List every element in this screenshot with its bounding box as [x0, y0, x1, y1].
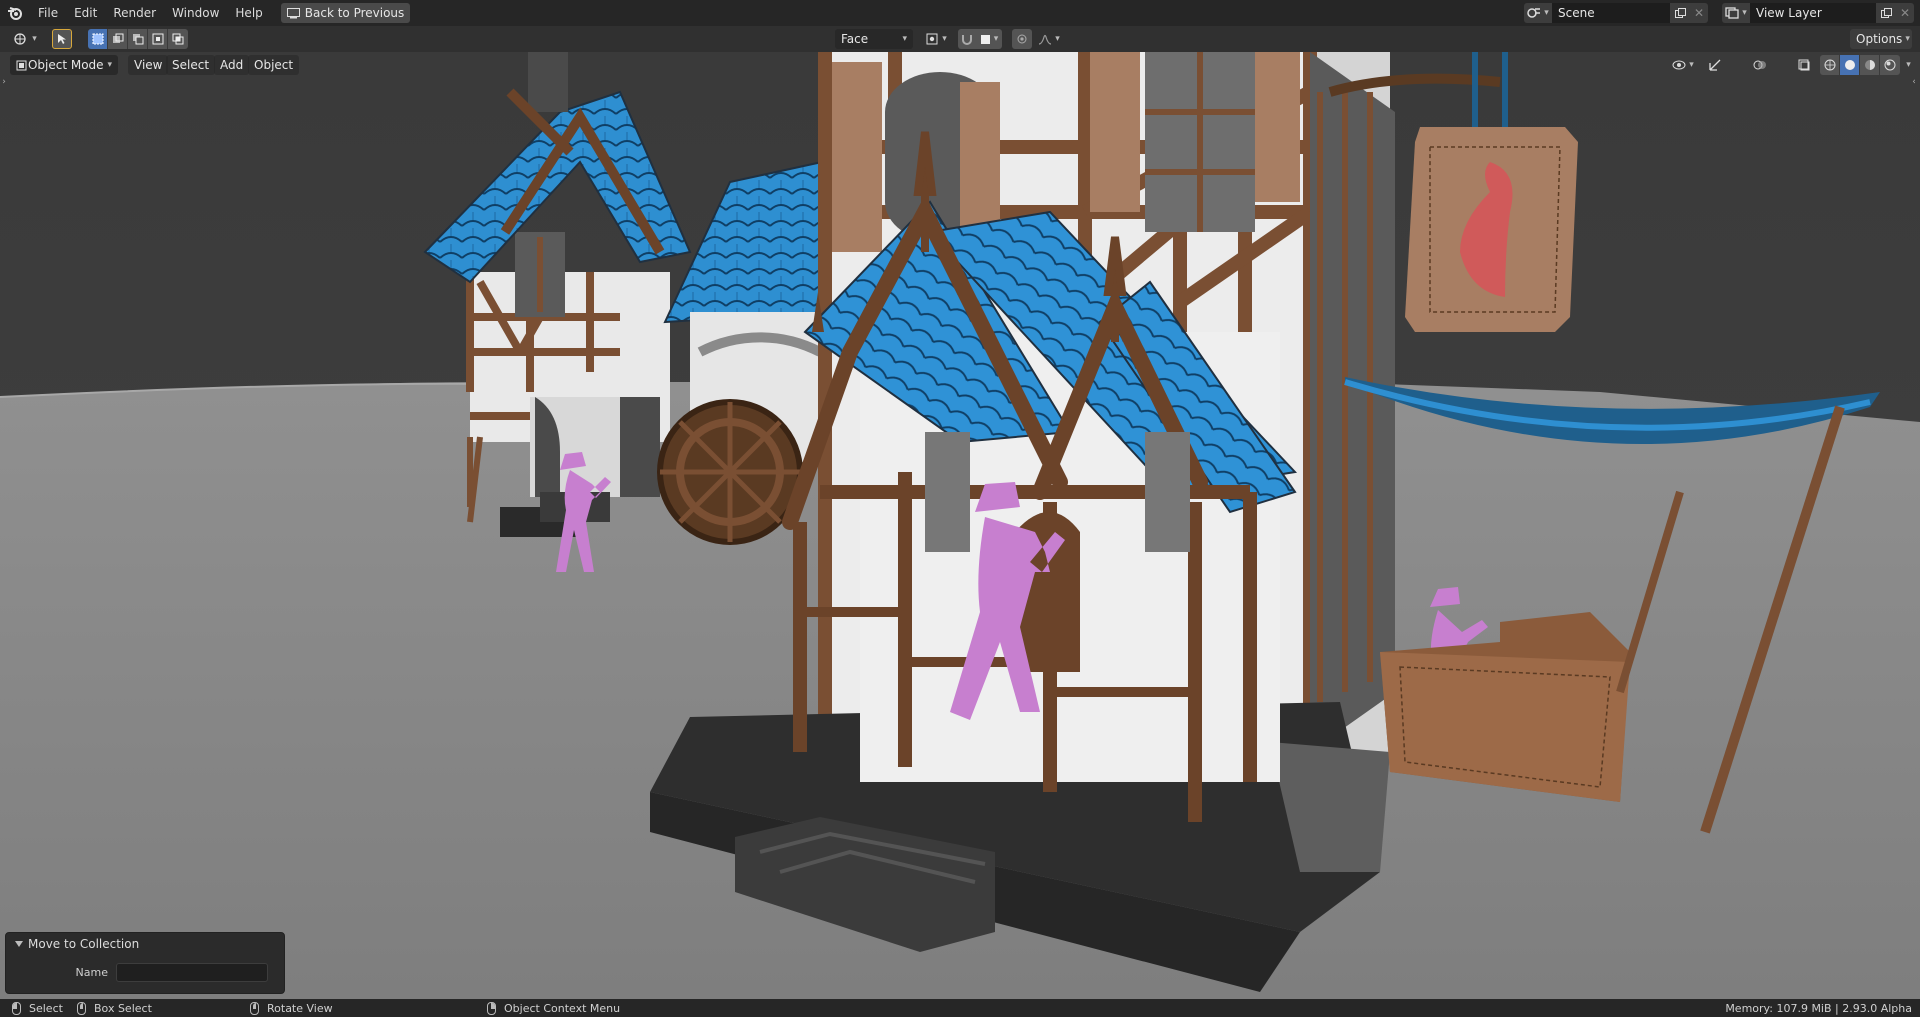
material-shading-icon[interactable] [1860, 55, 1880, 75]
menu-edit[interactable]: Edit [66, 3, 105, 23]
snap-toggle-icon[interactable] [958, 29, 976, 49]
select-menu[interactable]: Select [166, 55, 216, 75]
delete-view-layer-icon[interactable]: ✕ [1896, 3, 1914, 23]
right-mouse-icon [487, 1001, 496, 1015]
screen-icon [286, 7, 300, 19]
menu-help[interactable]: Help [227, 3, 270, 23]
falloff-curve-icon[interactable]: ▾ [1036, 29, 1062, 49]
mode-subtract-icon[interactable] [128, 29, 148, 49]
scene-render [0, 52, 1920, 999]
selection-mode-group [88, 29, 188, 49]
visibility-icon[interactable]: ▾ [1668, 55, 1698, 75]
middle-mouse-icon [250, 1001, 259, 1015]
menu-render[interactable]: Render [105, 3, 164, 23]
snap-target-icon[interactable]: ▾ [976, 29, 1002, 49]
scene-name-field[interactable]: Scene [1552, 3, 1670, 23]
view-layer-name-field[interactable]: View Layer [1750, 3, 1876, 23]
top-menu-bar: File Edit Render Window Help Back to Pre… [0, 0, 1920, 26]
collection-name-input[interactable] [116, 963, 268, 982]
memory-readout: Memory: 107.9 MiB | 2.93.0 Alpha [1725, 1001, 1912, 1015]
drag-mouse-icon [77, 1001, 86, 1015]
status-context-label: Object Context Menu [504, 1001, 621, 1015]
add-menu[interactable]: Add [214, 55, 250, 75]
collapse-triangle-icon[interactable] [15, 941, 23, 947]
delete-scene-icon[interactable]: ✕ [1690, 3, 1708, 23]
mode-invert-icon[interactable] [148, 29, 168, 49]
face-select-label: Face [841, 32, 869, 46]
mode-set-icon[interactable] [88, 29, 108, 49]
wireframe-shading-icon[interactable] [1820, 55, 1840, 75]
options-label: Options [1856, 32, 1903, 46]
view-layer-name-text: View Layer [1756, 6, 1822, 20]
tool-header: ▾ Face ▾ ▾ ▾ ▾ Options ▾ [0, 26, 1920, 52]
gizmo-toggle-icon[interactable] [1704, 55, 1726, 75]
sidebar-expand-icon[interactable]: ‹ [1910, 76, 1918, 88]
scene-name-text: Scene [1558, 6, 1595, 20]
proportional-edit-icon[interactable] [1012, 29, 1032, 49]
menu-file[interactable]: File [30, 3, 66, 23]
face-select-dropdown[interactable]: Face ▾ [835, 29, 913, 49]
mode-intersect-icon[interactable] [168, 29, 188, 49]
status-rotate-view: Rotate View [250, 999, 333, 1017]
object-mode-dropdown[interactable]: Object Mode ▾ [10, 55, 118, 75]
object-mode-label: Object Mode [27, 58, 104, 72]
status-memory: Memory: 107.9 MiB | 2.93.0 Alpha [1725, 999, 1912, 1017]
status-select-label: Select [29, 1001, 63, 1015]
operator-panel-title: Move to Collection [28, 937, 140, 951]
toolbar-expand-icon[interactable]: › [0, 76, 8, 88]
status-select: Select [12, 999, 63, 1017]
mode-extend-icon[interactable] [108, 29, 128, 49]
overlays-icon[interactable] [1748, 55, 1772, 75]
menu-window[interactable]: Window [164, 3, 227, 23]
status-bar: Select Box Select Rotate View Object Con… [0, 999, 1920, 1017]
options-dropdown[interactable]: Options ▾ [1850, 29, 1912, 49]
back-to-previous-button[interactable]: Back to Previous [280, 3, 411, 23]
xray-toggle-icon[interactable] [1794, 55, 1814, 75]
view-layer-browse-icon[interactable]: ▾ [1722, 3, 1750, 23]
view-menu[interactable]: View [128, 55, 169, 75]
3d-viewport[interactable]: Object Mode ▾ View Select Add Object ▾ ▾ … [0, 52, 1920, 999]
back-to-previous-label: Back to Previous [304, 6, 405, 20]
rendered-shading-icon[interactable] [1880, 55, 1900, 75]
new-view-layer-icon[interactable] [1876, 3, 1896, 23]
select-tool-icon[interactable] [52, 29, 72, 49]
object-mode-icon [16, 60, 27, 71]
pivot-point-icon[interactable]: ▾ [920, 29, 952, 49]
status-rotate-label: Rotate View [267, 1001, 333, 1015]
editor-type-icon[interactable]: ▾ [10, 29, 40, 49]
new-scene-icon[interactable] [1670, 3, 1690, 23]
object-menu[interactable]: Object [248, 55, 300, 75]
blender-logo-icon[interactable] [0, 0, 30, 26]
status-context-menu: Object Context Menu [487, 999, 620, 1017]
shading-options-icon[interactable]: ▾ [1900, 55, 1914, 75]
left-mouse-icon [12, 1001, 21, 1015]
status-box-select: Box Select [77, 999, 152, 1017]
name-label: Name [75, 966, 108, 979]
shading-mode-group [1820, 55, 1900, 75]
status-box-select-label: Box Select [94, 1001, 152, 1015]
operator-panel-header[interactable]: Move to Collection [6, 933, 284, 955]
scene-browse-icon[interactable]: ▾ [1524, 3, 1552, 23]
last-operator-panel: Move to Collection Name [5, 932, 285, 994]
solid-shading-icon[interactable] [1840, 55, 1860, 75]
